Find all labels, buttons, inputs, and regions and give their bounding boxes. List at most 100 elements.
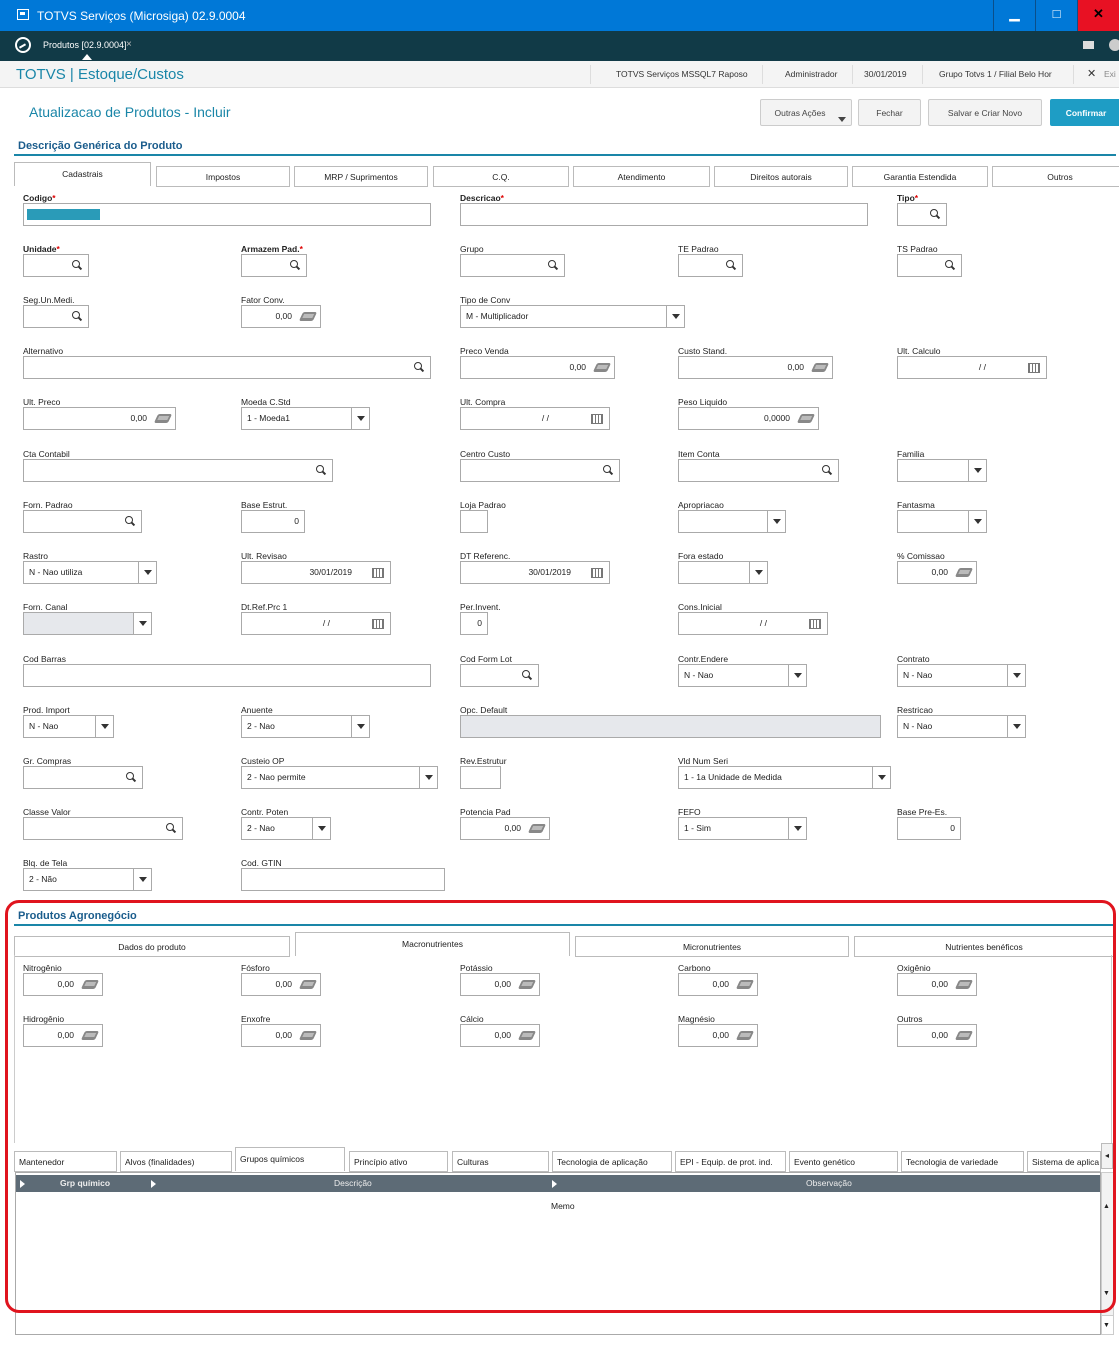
chevron-down-icon[interactable]	[133, 613, 151, 634]
field-baseprees[interactable]: 0	[897, 817, 961, 840]
tab-3[interactable]: C.Q.	[433, 166, 569, 187]
field-nutrient-3[interactable]: 0,00	[678, 973, 758, 996]
chevron-down-icon[interactable]	[788, 665, 806, 686]
search-icon[interactable]	[945, 260, 955, 270]
outer-scroll-down-icon[interactable]: ▼	[1103, 1322, 1110, 1329]
agro-subtab-6[interactable]: EPI - Equip. de prot. ind.	[675, 1151, 786, 1172]
close-window-button[interactable]: ✕	[1077, 0, 1119, 31]
field-custostand[interactable]: 0,00	[678, 356, 833, 379]
calendar-icon[interactable]	[591, 414, 603, 424]
field-fator[interactable]: 0,00	[241, 305, 321, 328]
field-tipo[interactable]	[897, 203, 947, 226]
agro-tab-3[interactable]: Nutrientes benéficos	[854, 936, 1114, 957]
field-baseestrut[interactable]: 0	[241, 510, 305, 533]
calculator-icon[interactable]	[80, 980, 100, 989]
calculator-icon[interactable]	[735, 980, 755, 989]
outras-acoes-button[interactable]: Outras Ações	[760, 99, 852, 126]
calculator-icon[interactable]	[954, 568, 974, 577]
field-grupo[interactable]	[460, 254, 565, 277]
field-nutrient-0[interactable]: 0,00	[23, 973, 103, 996]
agro-subtab-4[interactable]: Culturas	[452, 1151, 549, 1172]
tab-2[interactable]: MRP / Suprimentos	[294, 166, 428, 187]
field-nutrient-6[interactable]: 0,00	[241, 1024, 321, 1047]
field-nutrient-2[interactable]: 0,00	[460, 973, 540, 996]
search-icon[interactable]	[72, 260, 82, 270]
field-consinicial[interactable]: / /	[678, 612, 828, 635]
field-codgtin[interactable]	[241, 868, 445, 891]
field-rastro[interactable]: N - Nao utiliza	[23, 561, 157, 584]
calculator-icon[interactable]	[527, 824, 547, 833]
field-tipoconv[interactable]: M - Multiplicador	[460, 305, 685, 328]
field-nutrient-8[interactable]: 0,00	[678, 1024, 758, 1047]
help-icon[interactable]	[1109, 39, 1119, 51]
grid-memo-cell[interactable]: Memo	[551, 1201, 575, 1211]
search-icon[interactable]	[603, 465, 613, 475]
agro-tab-2[interactable]: Micronutrientes	[575, 936, 849, 957]
search-icon[interactable]	[126, 772, 136, 782]
agro-subtab-5[interactable]: Tecnologia de aplicação	[552, 1151, 672, 1172]
calendar-icon[interactable]	[809, 619, 821, 629]
search-icon[interactable]	[548, 260, 558, 270]
mail-icon[interactable]	[1083, 41, 1094, 49]
field-revestrutur[interactable]	[460, 766, 501, 789]
search-icon[interactable]	[414, 362, 424, 372]
calculator-icon[interactable]	[517, 1031, 537, 1040]
search-icon[interactable]	[166, 823, 176, 833]
field-ts[interactable]	[897, 254, 962, 277]
field-descricao[interactable]	[460, 203, 868, 226]
tab-0[interactable]: Cadastrais	[14, 162, 151, 186]
chevron-down-icon[interactable]	[968, 460, 986, 481]
search-icon[interactable]	[930, 209, 940, 219]
chevron-down-icon[interactable]	[968, 511, 986, 532]
tab-6[interactable]: Garantia Estendida	[852, 166, 988, 187]
chevron-down-icon[interactable]	[95, 716, 113, 737]
chevron-down-icon[interactable]	[666, 306, 684, 327]
agro-subtab-8[interactable]: Tecnologia de variedade	[901, 1151, 1024, 1172]
field-ultpreco[interactable]: 0,00	[23, 407, 176, 430]
search-icon[interactable]	[290, 260, 300, 270]
calculator-icon[interactable]	[796, 414, 816, 423]
field-fornpadrao[interactable]	[23, 510, 142, 533]
tab-1[interactable]: Impostos	[156, 166, 290, 187]
field-blqtela[interactable]: 2 - Não	[23, 868, 152, 891]
field-te[interactable]	[678, 254, 743, 277]
calendar-icon[interactable]	[372, 568, 384, 578]
scroll-down-icon[interactable]: ▼	[1103, 1290, 1110, 1297]
field-codbarras[interactable]	[23, 664, 431, 687]
chevron-down-icon[interactable]	[351, 408, 369, 429]
field-comissao[interactable]: 0,00	[897, 561, 977, 584]
grid-scrollbar[interactable]	[1101, 1172, 1114, 1335]
field-lojapadrao[interactable]	[460, 510, 488, 533]
tabs-scroll-left-icon[interactable]: ◂	[1101, 1143, 1113, 1169]
chevron-down-icon[interactable]	[133, 869, 151, 890]
agro-subtab-1[interactable]: Alvos (finalidades)	[120, 1151, 232, 1172]
chevron-down-icon[interactable]	[1007, 665, 1025, 686]
field-precovenda[interactable]: 0,00	[460, 356, 615, 379]
search-icon[interactable]	[125, 516, 135, 526]
col-grp-quimico[interactable]: Grp químico	[60, 1178, 110, 1188]
field-armazem[interactable]	[241, 254, 307, 277]
agro-subtab-0[interactable]: Mantenedor	[14, 1151, 117, 1172]
field-anuente[interactable]: 2 - Nao	[241, 715, 370, 738]
field-nutrient-5[interactable]: 0,00	[23, 1024, 103, 1047]
field-itemconta[interactable]	[678, 459, 839, 482]
maximize-button[interactable]: □	[1035, 0, 1077, 31]
close-tab-icon[interactable]: ×	[126, 39, 132, 50]
search-icon[interactable]	[822, 465, 832, 475]
field-foraestado[interactable]	[678, 561, 768, 584]
confirmar-button[interactable]: Confirmar	[1050, 99, 1119, 126]
field-ultrevisao[interactable]: 30/01/2019	[241, 561, 391, 584]
calculator-icon[interactable]	[954, 1031, 974, 1040]
chevron-down-icon[interactable]	[1007, 716, 1025, 737]
field-codigo[interactable]	[23, 203, 431, 226]
chevron-down-icon[interactable]	[749, 562, 767, 583]
calendar-icon[interactable]	[1028, 363, 1040, 373]
col-descricao[interactable]: Descrição	[334, 1178, 372, 1188]
calculator-icon[interactable]	[80, 1031, 100, 1040]
field-apropriacao[interactable]	[678, 510, 786, 533]
calculator-icon[interactable]	[592, 363, 612, 372]
search-icon[interactable]	[726, 260, 736, 270]
chevron-down-icon[interactable]	[138, 562, 156, 583]
scroll-up-icon[interactable]: ▲	[1103, 1203, 1110, 1210]
chevron-down-icon[interactable]	[351, 716, 369, 737]
